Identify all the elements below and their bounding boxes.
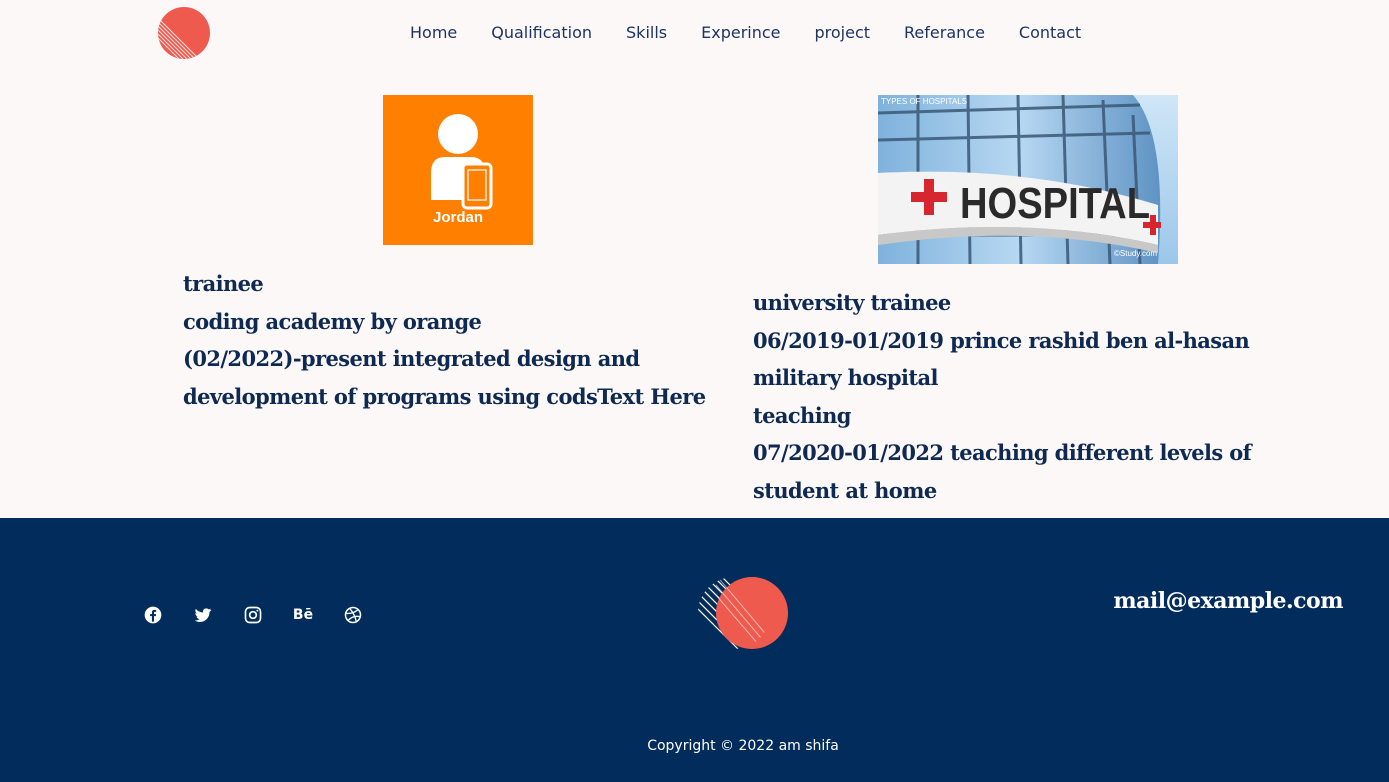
right-line-hospital: 06/2019-01/2019 prince rashid ben al-has… [753, 327, 1250, 391]
hospital-caption: TYPES OF HOSPITALS [881, 97, 967, 106]
right-line-title: university trainee [753, 290, 951, 315]
hospital-watermark: ©Study.com [1114, 249, 1157, 258]
nav-skills[interactable]: Skills [609, 21, 684, 45]
footer-logo[interactable] [694, 575, 792, 651]
twitter-icon[interactable] [192, 604, 214, 626]
left-line-desc: (02/2022)-present integrated design and … [183, 346, 706, 409]
nav-qualification[interactable]: Qualification [474, 21, 609, 45]
right-line-teaching-desc: 07/2020-01/2022 teaching different level… [753, 440, 1252, 503]
nav-contact[interactable]: Contact [1002, 21, 1098, 45]
left-line-title: trainee [183, 271, 264, 296]
social-links: Bē [142, 604, 392, 626]
nav-experince[interactable]: Experince [684, 21, 797, 45]
site-footer: Bē mail@example.com Copyright © 2022 am … [0, 518, 1389, 782]
behance-label: Bē [292, 607, 314, 623]
nav-referance[interactable]: Referance [887, 21, 1002, 45]
behance-icon[interactable]: Bē [292, 604, 314, 626]
footer-email[interactable]: mail@example.com [1113, 588, 1343, 614]
nav-home[interactable]: Home [393, 21, 474, 45]
jordan-label: Jordan [433, 209, 483, 226]
experience-right-text: university trainee 06/2019-01/2019 princ… [753, 284, 1313, 509]
left-line-org: coding academy by orange [183, 308, 482, 334]
instagram-icon[interactable] [242, 604, 264, 626]
orange-jordan-image: Jordan [383, 95, 533, 245]
hospital-sign-text: HOSPITAL [960, 179, 1150, 228]
site-logo[interactable] [146, 4, 214, 62]
nav-project[interactable]: project [798, 21, 888, 45]
main-nav: Home Qualification Skills Experince proj… [393, 21, 1098, 45]
right-line-teaching: teaching [753, 402, 851, 428]
copyright-text: Copyright © 2022 am shifa [647, 738, 839, 754]
facebook-icon[interactable] [142, 604, 164, 626]
site-header: Home Qualification Skills Experince proj… [0, 0, 1389, 66]
dribbble-icon[interactable] [342, 604, 364, 626]
hospital-image: HOSPITAL TYPES OF HOSPITALS ©Study.com [878, 95, 1178, 264]
experience-left-text: trainee coding academy by orange (02/202… [183, 265, 728, 415]
